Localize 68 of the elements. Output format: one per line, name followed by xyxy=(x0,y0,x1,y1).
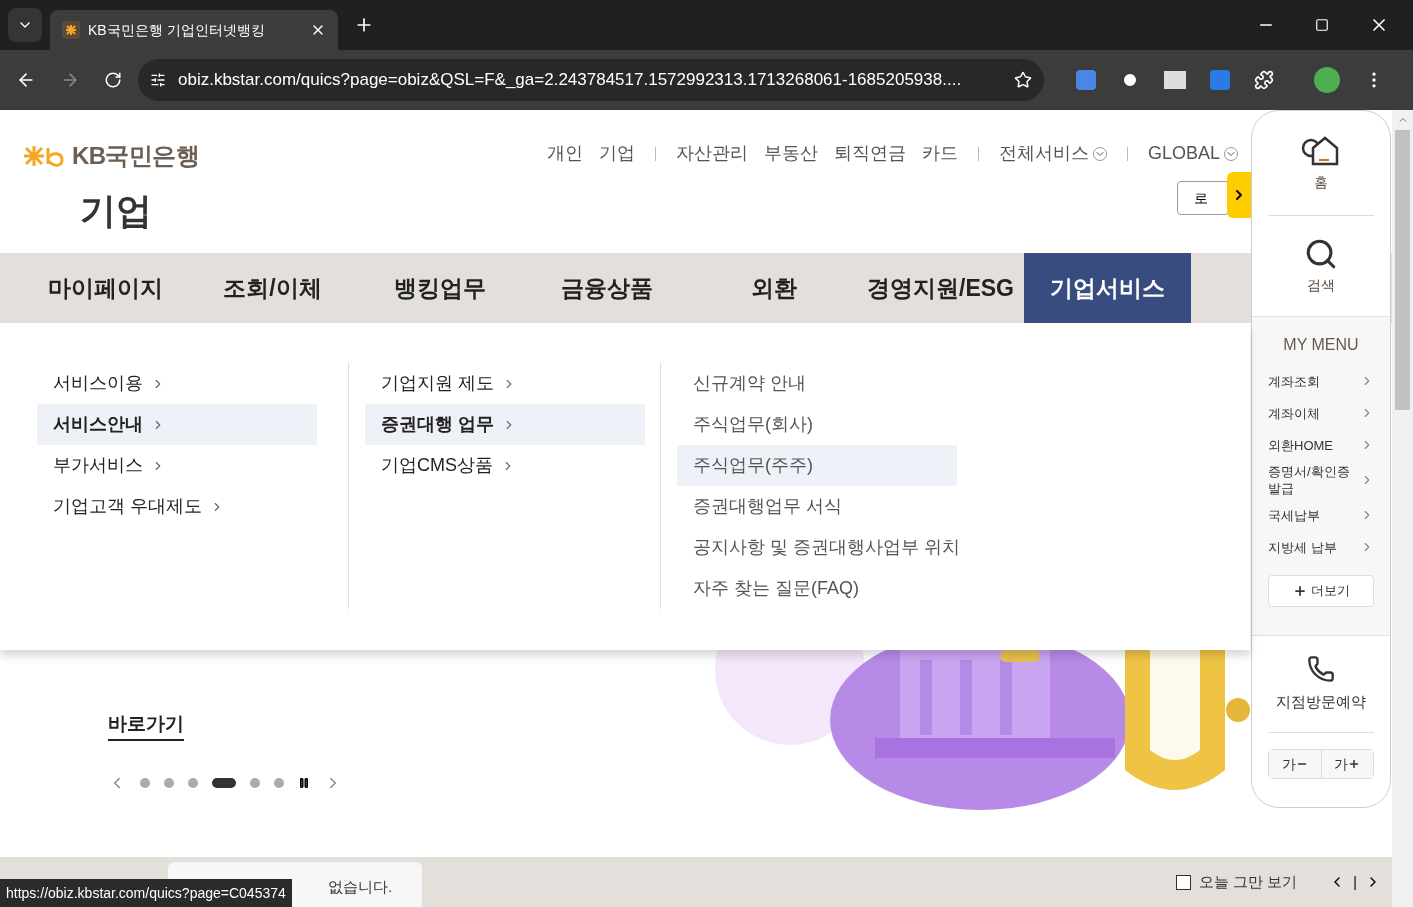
main-nav-tab[interactable]: 기업서비스 xyxy=(1024,253,1191,323)
reload-icon[interactable] xyxy=(104,71,122,89)
main-nav-tab[interactable]: 뱅킹업무 xyxy=(356,253,523,323)
dropdown-menu-item[interactable]: 주식업무(주주) xyxy=(677,445,957,486)
top-nav-link[interactable]: 자산관리 xyxy=(675,140,748,167)
site-info-icon[interactable] xyxy=(150,72,166,88)
search-button[interactable]: 검색 xyxy=(1252,216,1390,316)
my-menu-item[interactable]: 외환HOME xyxy=(1268,429,1374,461)
top-nav-link[interactable]: 기업 xyxy=(598,140,635,167)
browser-tab[interactable]: KB국민은행 기업인터넷뱅킹 xyxy=(50,10,338,50)
branch-visit-button[interactable]: 지점방문예약 xyxy=(1268,636,1374,733)
pause-icon[interactable] xyxy=(298,777,310,789)
top-nav-link[interactable]: 카드 xyxy=(921,140,958,167)
tab-title: KB국민은행 기업인터넷뱅킹 xyxy=(88,20,266,40)
dropdown-menu-item[interactable]: 기업고객 우대제도 xyxy=(37,486,317,527)
dropdown-menu-item[interactable]: 주식업무(회사) xyxy=(677,404,957,445)
section-title: 기업 xyxy=(80,189,153,233)
my-menu-item[interactable]: 지방세 납부 xyxy=(1268,531,1374,563)
panel-toggle-tab[interactable] xyxy=(1227,172,1251,218)
shortcut-link[interactable]: 바로가기 xyxy=(108,710,184,741)
dropdown-menu-item[interactable]: 서비스이용 xyxy=(37,363,317,404)
top-nav-link[interactable]: 퇴직연금 xyxy=(833,140,906,167)
home-button[interactable]: 홈 xyxy=(1268,111,1374,216)
maximize-icon[interactable] xyxy=(1315,18,1329,32)
main-nav-tab[interactable]: 경영지원/ESG xyxy=(857,253,1024,323)
star-logo-icon xyxy=(22,144,64,168)
dropdown-menu-item[interactable]: 기업지원 제도 xyxy=(365,363,645,404)
dropdown-menu-item[interactable]: 신규계약 안내 xyxy=(677,363,957,404)
dropdown-menu-item[interactable]: 공지사항 및 증권대행사업부 위치 xyxy=(677,527,957,568)
plus-icon xyxy=(1292,584,1307,598)
checkbox-label: 오늘 그만 보기 xyxy=(1199,872,1298,892)
top-nav-link[interactable]: GLOBAL xyxy=(1147,140,1238,167)
checkbox[interactable] xyxy=(1176,874,1191,890)
font-decrease-button[interactable]: 가 xyxy=(1269,750,1322,778)
main-nav-tab[interactable]: 금융상품 xyxy=(523,253,690,323)
my-menu-item[interactable]: 계좌이체 xyxy=(1268,397,1374,429)
more-button[interactable]: 더보기 xyxy=(1268,575,1374,607)
dropdown-menu-item[interactable]: 증권대행업무 서식 xyxy=(677,486,957,527)
my-menu-item[interactable]: 계좌조회 xyxy=(1268,365,1374,397)
main-nav-tab[interactable]: 조회/이체 xyxy=(189,253,356,323)
my-menu-item[interactable]: 국세납부 xyxy=(1268,499,1374,531)
top-nav-link[interactable]: 전체서비스 xyxy=(998,140,1107,167)
extensions-icon[interactable] xyxy=(1254,70,1274,90)
plus-icon xyxy=(1348,758,1361,770)
url-text: obiz.kbstar.com/quics?page=obiz&QSL=F&_ga=2.243784517.1572992313.1713268061-1685205938.... xyxy=(178,69,963,92)
separator-text: | xyxy=(1353,872,1357,892)
my-menu-item[interactable]: 증명서/확인증 발급 xyxy=(1268,461,1374,499)
tab-list-button[interactable] xyxy=(8,8,42,42)
status-url: https://obiz.kbstar.com/quics?page=C045374 xyxy=(0,879,292,907)
scrollbar-thumb[interactable] xyxy=(1395,130,1410,410)
dropdown-menu-item[interactable]: 부가서비스 xyxy=(37,445,317,486)
font-increase-button[interactable]: 가 xyxy=(1321,750,1373,778)
top-nav-link[interactable]: 부동산 xyxy=(763,140,818,167)
profile-avatar[interactable] xyxy=(1314,67,1340,93)
dropdown-menu-item[interactable]: 기업CMS상품 xyxy=(365,445,645,486)
main-nav-tab[interactable]: 마이페이지 xyxy=(22,253,189,323)
dropdown-menu-item[interactable]: 자주 찾는 질문(FAQ) xyxy=(677,568,957,609)
dropdown-menu-item[interactable]: 서비스안내 xyxy=(37,404,317,445)
bookmark-star-icon[interactable] xyxy=(1014,71,1032,89)
top-nav-link[interactable]: 개인 xyxy=(546,140,583,167)
bank-logo-icon xyxy=(62,21,80,39)
main-nav-tab[interactable]: 외환 xyxy=(690,253,857,323)
bank-logo-text: KB국민은행 xyxy=(72,141,200,171)
dropdown-menu-item[interactable]: 증권대행 업무 xyxy=(365,404,645,445)
my-menu-title: MY MENU xyxy=(1282,335,1360,355)
phone-icon xyxy=(1307,654,1335,683)
slide-indicator[interactable] xyxy=(212,778,236,788)
address-bar[interactable]: obiz.kbstar.com/quics?page=obiz&QSL=F&_ga=2.243784517.1572992313.1713268061-1685205938.... xyxy=(138,59,1044,101)
